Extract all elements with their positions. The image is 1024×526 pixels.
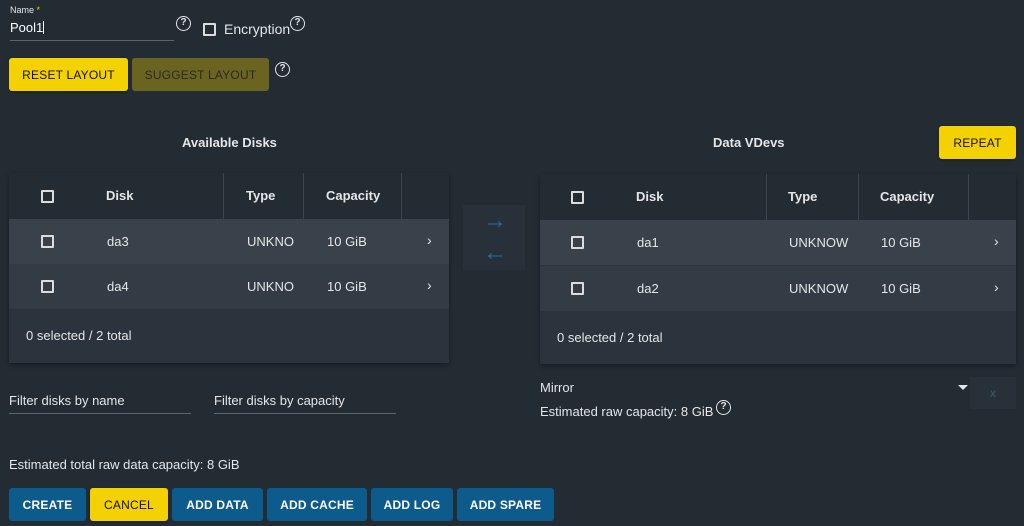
select-all-checkbox[interactable] — [41, 190, 54, 203]
column-divider — [401, 173, 402, 219]
create-button[interactable]: CREATE — [9, 488, 86, 521]
header-type[interactable]: Type — [246, 173, 275, 219]
add-spare-button[interactable]: ADD SPARE — [457, 488, 554, 521]
required-mark: * — [36, 5, 41, 15]
disk-capacity: 10 GiB — [881, 281, 921, 296]
row-checkbox[interactable] — [41, 235, 54, 248]
column-divider — [303, 173, 304, 219]
disk-name: da1 — [637, 235, 659, 250]
filter-by-capacity-input[interactable]: Filter disks by capacity — [214, 393, 396, 414]
data-vdevs-table: Disk Type Capacity da1 UNKNOW 10 GiB › d… — [540, 174, 1016, 364]
filter-by-name-input[interactable]: Filter disks by name — [9, 393, 191, 414]
row-checkbox[interactable] — [571, 236, 584, 249]
name-label: Name * — [10, 5, 40, 15]
capacity-help-icon[interactable]: ? — [716, 400, 731, 415]
disk-capacity: 10 GiB — [327, 279, 367, 294]
name-help-icon[interactable]: ? — [176, 16, 191, 31]
encryption-checkbox[interactable] — [203, 23, 216, 36]
suggest-layout-button[interactable]: SUGGEST LAYOUT — [132, 58, 269, 91]
column-divider — [223, 173, 224, 219]
disk-type: UNKNO — [247, 234, 294, 249]
remove-vdev-button[interactable]: x — [970, 377, 1016, 409]
name-input-value: Pool1 — [10, 20, 44, 35]
vdev-layout-select[interactable]: Mirror — [540, 380, 574, 395]
reset-layout-button[interactable]: RESET LAYOUT — [9, 58, 128, 91]
disk-capacity: 10 GiB — [327, 234, 367, 249]
encryption-label: Encryption — [224, 21, 291, 37]
table-row[interactable]: da2 UNKNOW 10 GiB › — [540, 266, 1016, 311]
selection-summary: 0 selected / 2 total — [26, 328, 132, 343]
expand-chevron-icon[interactable]: › — [994, 220, 999, 265]
cancel-button[interactable]: CANCEL — [90, 488, 168, 521]
text-caret — [43, 21, 45, 34]
repeat-button[interactable]: REPEAT — [939, 126, 1016, 159]
column-divider — [766, 174, 767, 220]
header-disk[interactable]: Disk — [106, 173, 133, 219]
disk-name: da2 — [637, 281, 659, 296]
disk-capacity: 10 GiB — [881, 235, 921, 250]
disk-name: da3 — [107, 234, 129, 249]
encryption-help-icon[interactable]: ? — [290, 16, 305, 31]
expand-chevron-icon[interactable]: › — [427, 264, 432, 309]
row-checkbox[interactable] — [571, 282, 584, 295]
disk-type: UNKNO — [247, 279, 294, 294]
transfer-arrows: → ← — [463, 205, 525, 270]
table-header: Disk Type Capacity — [9, 173, 449, 219]
add-data-button[interactable]: ADD DATA — [172, 488, 263, 521]
column-divider — [968, 174, 969, 220]
layout-help-icon[interactable]: ? — [275, 62, 290, 77]
table-row[interactable]: da3 UNKNO 10 GiB › — [9, 219, 449, 264]
dropdown-arrow-icon[interactable] — [958, 385, 968, 390]
expand-chevron-icon[interactable]: › — [427, 219, 432, 264]
estimated-raw-capacity: Estimated raw capacity: 8 GiB — [540, 404, 714, 419]
row-checkbox[interactable] — [41, 280, 54, 293]
available-disks-title: Available Disks — [182, 135, 277, 150]
move-right-arrow-icon[interactable]: → — [483, 207, 507, 235]
header-disk[interactable]: Disk — [636, 174, 663, 220]
table-row[interactable]: da4 UNKNO 10 GiB › — [9, 264, 449, 309]
move-left-arrow-icon[interactable]: ← — [483, 239, 507, 267]
available-disks-table: Disk Type Capacity da3 UNKNO 10 GiB › da… — [9, 173, 449, 363]
header-type[interactable]: Type — [788, 174, 817, 220]
table-row[interactable]: da1 UNKNOW 10 GiB › — [540, 220, 1016, 265]
header-capacity[interactable]: Capacity — [326, 173, 380, 219]
table-header: Disk Type Capacity — [540, 174, 1016, 220]
name-input[interactable]: Pool1 — [10, 19, 174, 41]
selection-summary: 0 selected / 2 total — [557, 330, 663, 345]
add-cache-button[interactable]: ADD CACHE — [267, 488, 367, 521]
data-vdevs-title: Data VDevs — [713, 135, 785, 150]
header-capacity[interactable]: Capacity — [880, 174, 934, 220]
column-divider — [858, 174, 859, 220]
add-log-button[interactable]: ADD LOG — [371, 488, 453, 521]
name-label-text: Name — [10, 5, 35, 15]
expand-chevron-icon[interactable]: › — [994, 266, 999, 311]
disk-name: da4 — [107, 279, 129, 294]
total-raw-capacity: Estimated total raw data capacity: 8 GiB — [9, 457, 240, 472]
select-all-checkbox[interactable] — [571, 191, 584, 204]
disk-type: UNKNOW — [789, 281, 849, 296]
disk-type: UNKNOW — [789, 235, 849, 250]
